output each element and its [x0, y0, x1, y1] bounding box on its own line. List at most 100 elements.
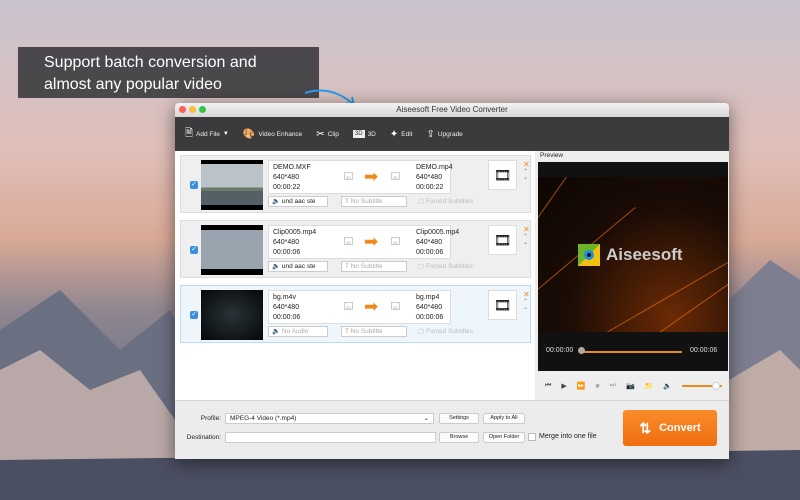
source-name: DEMO.MXF — [273, 164, 311, 171]
output-name: Clip0005.mp4 — [416, 229, 460, 236]
folder-icon[interactable]: 📁 — [645, 382, 654, 390]
file-row[interactable]: ✓ Clip0005.mp4 640*480 00:00:06 2D ➡ 2D Cl… — [180, 220, 531, 278]
close-window-button[interactable] — [179, 106, 186, 113]
3d-button[interactable]: 3D 3D — [352, 130, 376, 138]
open-folder-button[interactable]: Open Folder — [483, 432, 525, 443]
output-2d-badge: 2D — [391, 302, 400, 310]
subtitle-select[interactable]: T No Subtitle — [341, 196, 407, 207]
stop-icon[interactable]: ■ — [595, 383, 599, 390]
next-icon[interactable]: ⏭ — [610, 382, 616, 390]
forced-subtitles-checkbox[interactable]: ▢ Forced Subtitles — [418, 262, 473, 270]
audio-track-select[interactable]: 🔈 No Audio — [268, 326, 328, 337]
upgrade-label: Upgrade — [437, 130, 463, 138]
source-2d-badge: 2D — [344, 237, 353, 245]
profile-select[interactable]: MPEG-4 Video (*.mp4) ⌄ — [225, 413, 434, 424]
seek-bar[interactable] — [583, 351, 682, 353]
upgrade-button[interactable]: ⇪ Upgrade — [426, 129, 462, 140]
clip-label: Clip — [327, 130, 339, 138]
video-enhance-button[interactable]: 🎨 Video Enhance — [243, 129, 302, 140]
zoom-window-button[interactable] — [199, 106, 206, 113]
output-name: DEMO.mp4 — [416, 164, 453, 171]
source-duration: 00:00:06 — [273, 314, 301, 321]
toolbar: 🗎 Add File ▼ 🎨 Video Enhance ✂ Clip 3D 3D ✦ Ed… — [175, 117, 729, 151]
output-duration: 00:00:06 — [416, 249, 444, 256]
volume-icon[interactable]: 🔈 — [663, 382, 672, 390]
file-checkbox[interactable]: ✓ — [190, 181, 198, 189]
audio-track-select[interactable]: 🔈 und aac ste — [268, 261, 328, 272]
merge-checkbox[interactable] — [528, 433, 536, 441]
output-resolution: 640*480 — [416, 174, 443, 181]
minimize-window-button[interactable] — [189, 106, 196, 113]
add-file-label: Add File — [196, 130, 220, 138]
source-resolution: 640*480 — [273, 239, 300, 246]
profile-value: MPEG-4 Video (*.mp4) — [230, 415, 297, 422]
preview-header: Preview — [540, 152, 564, 159]
merge-label: Merge into one file — [539, 433, 597, 440]
apply-to-all-button[interactable]: Apply to All — [483, 413, 525, 424]
output-2d-badge: 2D — [391, 237, 400, 245]
source-name: Clip0005.mp4 — [273, 229, 317, 236]
file-checkbox[interactable]: ✓ — [190, 311, 198, 319]
callout-line-1: Support batch conversion and — [44, 54, 257, 71]
audio-track-select[interactable]: 🔈 und aac ste — [268, 196, 328, 207]
previous-icon[interactable]: ⏮ — [545, 382, 551, 390]
volume-slider[interactable] — [682, 382, 723, 390]
film-icon: 🎞 — [493, 297, 512, 313]
output-duration: 00:00:22 — [416, 184, 444, 191]
file-info: Clip0005.mp4 640*480 00:00:06 2D ➡ 2D Clip… — [268, 225, 459, 259]
reorder-icon[interactable]: ⌃ ⌄ — [523, 299, 528, 311]
remove-file-icon[interactable]: ✕ — [523, 225, 530, 234]
aiseesoft-logo: Aiseesoft — [578, 244, 683, 266]
seek-handle[interactable] — [578, 347, 585, 354]
snapshot-icon[interactable]: 📷 — [626, 382, 635, 390]
source-2d-badge: 2D — [344, 302, 353, 310]
forced-subtitles-checkbox[interactable]: ▢ Forced Subtitles — [418, 327, 473, 335]
remove-file-icon[interactable]: ✕ — [523, 160, 530, 169]
file-row[interactable]: ✓ DEMO.MXF 640*480 00:00:22 2D ➡ 2D DEMO.m… — [180, 155, 531, 213]
total-time: 00:00:06 — [690, 347, 718, 354]
source-resolution: 640*480 — [273, 304, 300, 311]
reorder-icon[interactable]: ⌃ ⌄ — [523, 234, 528, 246]
volume-handle[interactable] — [712, 382, 721, 390]
file-list: ✓ DEMO.MXF 640*480 00:00:22 2D ➡ 2D DEMO.m… — [175, 151, 535, 400]
clip-button[interactable]: ✂ Clip — [316, 129, 339, 140]
source-name: bg.m4v — [273, 294, 296, 301]
output-resolution: 640*480 — [416, 239, 443, 246]
play-icon[interactable]: ▶ — [561, 382, 566, 390]
current-time: 00:00:00 — [546, 347, 574, 354]
fast-forward-icon[interactable]: ⏩ — [577, 382, 586, 390]
remove-file-icon[interactable]: ✕ — [523, 290, 530, 299]
subtitle-select[interactable]: T No Subtitle — [341, 326, 407, 337]
source-duration: 00:00:22 — [273, 184, 301, 191]
output-format-button[interactable]: 🎞 — [488, 290, 517, 320]
profile-label: Profile: — [200, 415, 221, 422]
destination-label: Destination: — [186, 434, 221, 441]
file-checkbox[interactable]: ✓ — [190, 246, 198, 254]
forced-subtitles-checkbox[interactable]: ▢ Forced Subtitles — [418, 197, 473, 205]
file-info: bg.m4v 640*480 00:00:06 2D ➡ 2D bg.mp4 640*… — [268, 290, 451, 324]
forced-subtitles-label: Forced Subtitles — [425, 263, 473, 270]
browse-button[interactable]: Browse — [439, 432, 479, 443]
add-file-icon: 🗎 — [185, 127, 194, 139]
subtitle-value: No Subtitle — [350, 198, 383, 205]
subtitle-select[interactable]: T No Subtitle — [341, 261, 407, 272]
film-icon: 🎞 — [493, 232, 512, 248]
playback-controls: ⏮ ▶ ⏩ ■ ⏭ 📷 📁 🔈 — [537, 375, 729, 397]
convert-arrow-icon: ➡ — [364, 167, 379, 186]
output-format-button[interactable]: 🎞 — [488, 225, 517, 255]
upload-icon: ⇪ — [426, 128, 435, 140]
add-file-button[interactable]: 🗎 Add File ▼ — [185, 126, 229, 143]
file-row[interactable]: ✓ bg.m4v 640*480 00:00:06 2D ➡ 2D bg.mp4 64… — [180, 285, 531, 343]
edit-button[interactable]: ✦ Edit — [390, 129, 413, 140]
source-duration: 00:00:06 — [273, 249, 301, 256]
destination-input[interactable] — [225, 432, 436, 443]
convert-button[interactable]: ⇅ Convert — [623, 410, 717, 446]
reorder-icon[interactable]: ⌃ ⌄ — [523, 169, 528, 181]
palette-icon: 🎨 — [242, 128, 256, 140]
output-format-button[interactable]: 🎞 — [488, 160, 517, 190]
dropdown-arrow-icon[interactable]: ▼ — [223, 131, 229, 137]
settings-button[interactable]: Settings — [439, 413, 479, 424]
preview-video: Aiseesoft — [538, 177, 728, 332]
preview-screen: Aiseesoft 00:00:00 00:00:06 — [538, 162, 728, 371]
feature-callout: Support batch conversion and almost any … — [18, 47, 319, 98]
